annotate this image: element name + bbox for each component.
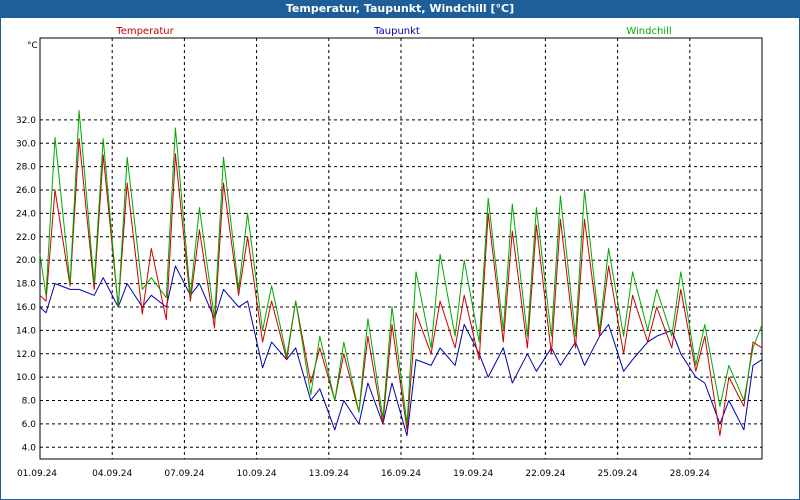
y-tick-label: 28.0 <box>16 163 36 173</box>
legend: Temperatur Taupunkt Windchill <box>115 26 671 37</box>
y-tick-label: 18.0 <box>16 280 36 290</box>
y-tick-label: 26.0 <box>16 186 36 196</box>
x-tick-label: 10.09.24 <box>237 469 277 479</box>
x-tick-label: 22.09.24 <box>525 469 565 479</box>
y-tick-label: 20.0 <box>16 256 36 266</box>
x-tick-label: 16.09.24 <box>381 469 421 479</box>
y-tick-label: 4.0 <box>22 443 37 453</box>
x-tick-label: 01.09.24 <box>17 469 57 479</box>
x-tick-label: 07.09.24 <box>164 469 204 479</box>
x-tick-label: 04.09.24 <box>92 469 132 479</box>
y-tick-label: 32.0 <box>16 116 36 126</box>
y-tick-label: 8.0 <box>22 397 37 407</box>
legend-taupunkt: Taupunkt <box>373 26 420 37</box>
y-axis-ticks: 4.0 6.0 8.0 10.0 12.0 14.0 16.0 18.0 20.0 22.0 24.… <box>16 116 36 453</box>
x-axis-ticks: 01.09.24 04.09.24 07.09.24 10.09.24 13.09.24… <box>17 469 710 479</box>
y-tick-label: 16.0 <box>16 303 36 313</box>
y-tick-label: 14.0 <box>16 326 36 336</box>
chart-canvas: 4.0 6.0 8.0 10.0 12.0 14.0 16.0 18.0 20.0 22.0 24.… <box>16 26 763 479</box>
y-tick-label: 24.0 <box>16 209 36 219</box>
x-tick-label: 28.09.24 <box>670 469 710 479</box>
legend-temperatur: Temperatur <box>115 26 174 37</box>
y-axis-label: °C <box>27 41 38 51</box>
y-tick-label: 6.0 <box>22 420 37 430</box>
y-tick-label: 10.0 <box>16 373 36 383</box>
y-tick-label: 22.0 <box>16 233 36 243</box>
legend-windchill: Windchill <box>626 26 671 37</box>
y-tick-label: 30.0 <box>16 139 36 149</box>
x-tick-label: 25.09.24 <box>598 469 638 479</box>
x-tick-label: 13.09.24 <box>309 469 349 479</box>
x-tick-label: 19.09.24 <box>453 469 493 479</box>
y-tick-label: 12.0 <box>16 350 36 360</box>
